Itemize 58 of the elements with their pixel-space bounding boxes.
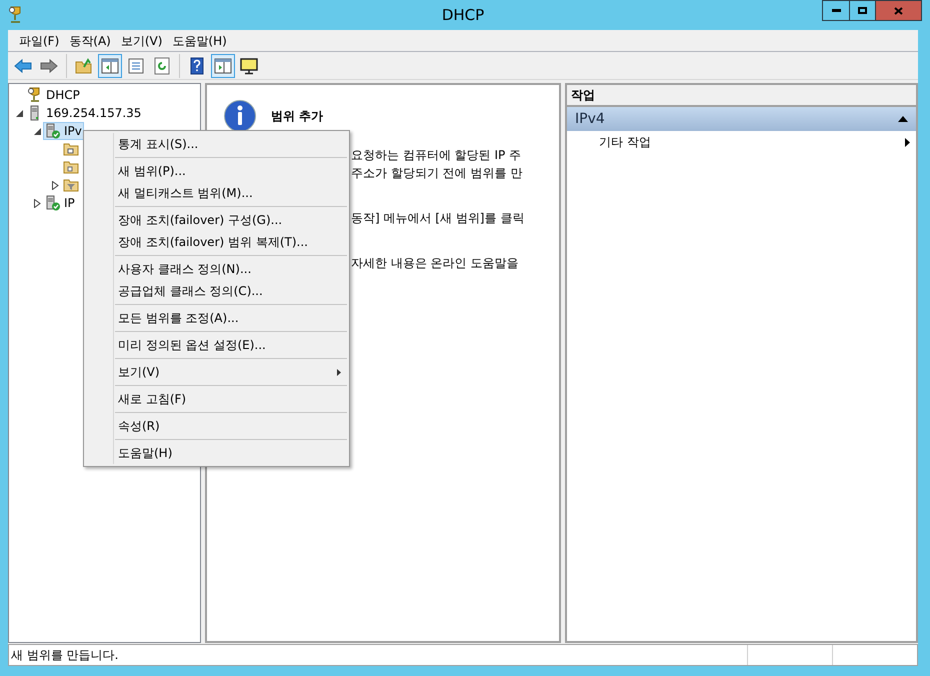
tree-item[interactable]: DHCP — [25, 86, 82, 104]
context-menu-item[interactable]: 장애 조치(failover) 구성(G)... — [84, 209, 349, 231]
context-menu-item[interactable]: 새 범위(P)... — [84, 160, 349, 182]
context-menu-item[interactable]: 도움말(H) — [84, 442, 349, 464]
server-check-icon — [45, 195, 61, 211]
context-menu-item[interactable]: 속성(R) — [84, 415, 349, 437]
menu-item[interactable]: 보기(V) — [116, 32, 168, 50]
collapse-arrow-icon[interactable] — [34, 128, 40, 134]
context-menu-item[interactable]: 보기(V) — [84, 361, 349, 383]
back-arrow-icon — [14, 56, 32, 74]
toolbar-button[interactable] — [211, 54, 235, 78]
tree-item[interactable]: 169.254.157.35 — [25, 104, 144, 122]
actions-header: 작업 — [571, 87, 595, 104]
close-button[interactable] — [876, 0, 922, 21]
expand-arrow-icon[interactable] — [52, 180, 58, 190]
context-menu-item[interactable]: 사용자 클래스 정의(N)... — [84, 258, 349, 280]
context-menu-item[interactable]: 미리 정의된 옵션 설정(E)... — [84, 334, 349, 356]
tree-pane-icon — [101, 56, 119, 74]
context-menu-item[interactable]: 장애 조치(failover) 범위 복제(T)... — [84, 231, 349, 253]
action-pane-icon — [214, 56, 232, 74]
context-menu-item[interactable]: 통계 표시(S)... — [84, 133, 349, 155]
minimize-icon — [832, 9, 840, 12]
tree-item[interactable]: IP — [43, 194, 77, 212]
filter-folder-icon — [63, 177, 79, 193]
minimize-button[interactable] — [822, 0, 850, 21]
maximize-icon — [858, 7, 867, 14]
folder-icon — [63, 141, 79, 157]
context-menu-item[interactable]: 새 멀티캐스트 범위(M)... — [84, 182, 349, 204]
menu-item[interactable]: 도움말(H) — [167, 32, 232, 50]
folder-icon — [75, 56, 93, 74]
collapse-arrow-icon[interactable] — [898, 116, 908, 122]
description-text: 동작] 메뉴에서 [새 범위]를 클릭 — [351, 210, 526, 227]
description-text: 요청하는 컴퓨터에 할당된 IP 주 — [351, 147, 522, 164]
section-header[interactable]: IPv4 — [567, 107, 916, 131]
collapse-arrow-icon[interactable] — [16, 110, 22, 116]
refresh-icon — [153, 56, 171, 74]
context-menu-item[interactable]: 새로 고침(F) — [84, 388, 349, 410]
close-icon — [894, 6, 903, 14]
menu-item[interactable]: 파일(F) — [14, 32, 64, 50]
info-icon — [223, 99, 257, 133]
content-title: 범위 추가 — [271, 108, 324, 125]
server-check-icon — [45, 123, 61, 139]
window-title: DHCP — [440, 4, 486, 26]
context-menu-item[interactable]: 모든 범위를 조정(A)... — [84, 307, 349, 329]
description-text: 자세한 내용은 온라인 도움말을 — [351, 255, 520, 272]
monitor-icon — [240, 56, 258, 74]
help-icon — [188, 56, 206, 74]
action-link[interactable]: 기타 작업 — [599, 133, 651, 151]
context-menu-item[interactable]: 공급업체 클래스 정의(C)... — [84, 280, 349, 302]
expand-arrow-icon[interactable] — [34, 198, 40, 208]
forward-arrow-icon — [40, 56, 58, 74]
toolbar-button[interactable] — [98, 54, 122, 78]
list-icon — [127, 56, 145, 74]
folder-icon — [63, 159, 79, 175]
description-text: 주소가 할당되기 전에 범위를 만 — [351, 165, 524, 182]
tree-item[interactable]: IPv — [43, 122, 84, 140]
status-text: 새 범위를 만듭니다. — [10, 647, 120, 664]
menu-item[interactable]: 동작(A) — [64, 32, 116, 50]
